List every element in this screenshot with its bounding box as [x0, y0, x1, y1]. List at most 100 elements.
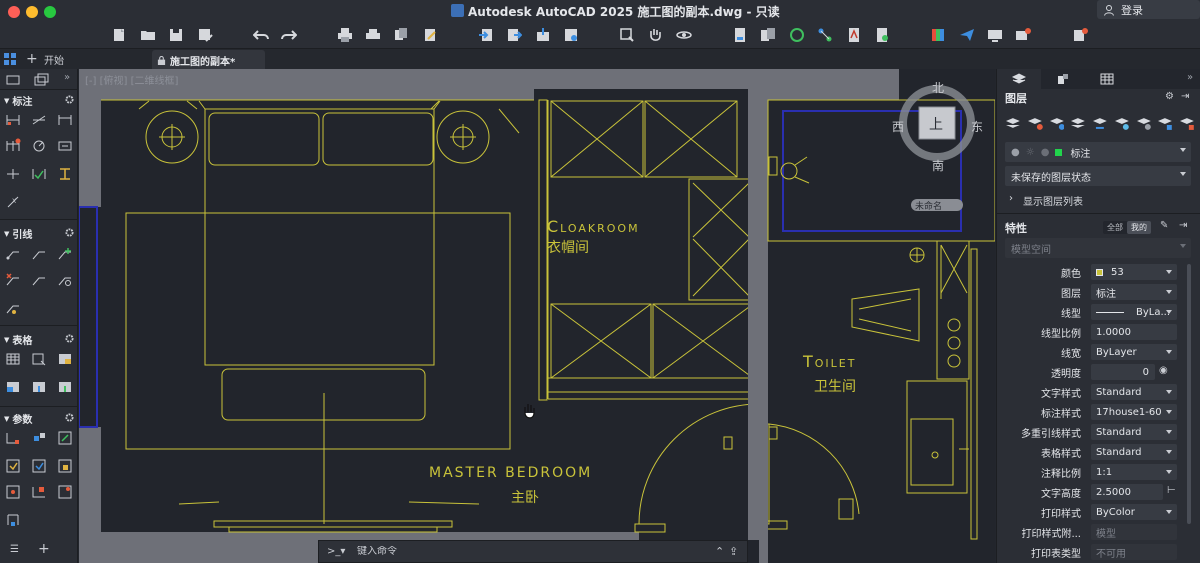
geometric-constraint-icon[interactable] — [4, 429, 22, 447]
floor-plan[interactable]: Cloakroom 衣帽间 Toilet 卫生间 MASTER BEDROOM … — [79, 69, 995, 563]
layer-properties-icon[interactable] — [1005, 115, 1021, 131]
dim-space-icon[interactable] — [4, 165, 22, 183]
viewport-controls[interactable]: [-] [俯视] [二维线框] — [85, 72, 178, 87]
export-icon[interactable] — [505, 26, 523, 44]
layer-previous-icon[interactable] — [1092, 115, 1108, 131]
layer-unisolate-icon[interactable] — [1049, 115, 1065, 131]
layer-match-icon[interactable] — [1070, 115, 1086, 131]
layer-unlock-icon[interactable] — [1179, 115, 1195, 131]
notification-icon[interactable] — [1014, 26, 1032, 44]
data-link-icon[interactable] — [56, 350, 74, 368]
command-line[interactable]: >_▾ ⌃ ⇪ — [318, 540, 748, 563]
command-share-icon[interactable]: ⇪ — [729, 545, 747, 558]
print-icon[interactable] — [336, 26, 354, 44]
remove-leader-icon[interactable] — [4, 271, 22, 289]
properties-scrollbar[interactable] — [1187, 264, 1191, 524]
dim-override-icon[interactable]: X — [4, 193, 22, 211]
continue-dim-icon[interactable] — [4, 137, 22, 155]
layer-freeze-icon[interactable] — [1114, 115, 1130, 131]
drawing-canvas[interactable]: Cloakroom 衣帽间 Toilet 卫生间 MASTER BEDROOM … — [79, 69, 995, 563]
color-book-icon[interactable] — [929, 26, 947, 44]
pick-height-icon[interactable]: ⊢ — [1167, 485, 1176, 496]
prop-value-dropdown[interactable]: Standard — [1091, 384, 1177, 400]
transparency-slider[interactable]: 0 — [1091, 364, 1155, 380]
linear-dim-icon[interactable] — [4, 111, 22, 129]
leader-edit-icon[interactable] — [4, 299, 22, 317]
prop-value-dropdown[interactable]: Standard — [1091, 444, 1177, 460]
redo-icon[interactable] — [280, 26, 298, 44]
pan-hand-icon[interactable] — [646, 26, 664, 44]
collapse-chevron-icon[interactable]: » — [1187, 72, 1193, 83]
prop-value-dropdown[interactable]: 53 — [1091, 264, 1177, 280]
constraint-settings-icon[interactable] — [56, 483, 74, 501]
filter-all[interactable]: 全部 — [1103, 221, 1127, 234]
download-data-icon[interactable] — [56, 378, 74, 396]
share-icon[interactable] — [534, 26, 552, 44]
align-leader-icon[interactable] — [56, 245, 74, 263]
add-leader-icon[interactable] — [30, 245, 48, 263]
rectangle-view-icon[interactable] — [4, 71, 22, 89]
gear-icon[interactable] — [65, 413, 74, 422]
aligned-dim-icon[interactable] — [30, 111, 48, 129]
lock-constraint-icon[interactable] — [56, 457, 74, 475]
zoom-window-button[interactable] — [44, 6, 56, 18]
table-icon[interactable] — [4, 350, 22, 368]
refresh-green-icon[interactable] — [788, 26, 806, 44]
filter-mine[interactable]: 我的 — [1127, 221, 1151, 234]
dim-constraint-icon[interactable] — [56, 429, 74, 447]
publish-icon[interactable] — [392, 26, 410, 44]
gear-icon[interactable] — [65, 95, 74, 104]
data-extract-icon[interactable] — [30, 350, 48, 368]
pdf-icon[interactable] — [845, 26, 863, 44]
tab-table[interactable] — [1085, 69, 1129, 89]
layer-panel-options-icon[interactable]: ⚙ — [1165, 91, 1174, 102]
dim-jogline-icon[interactable] — [56, 165, 74, 183]
orbit-icon[interactable] — [675, 26, 693, 44]
minimize-window-button[interactable] — [26, 6, 38, 18]
upload-data-icon[interactable] — [30, 378, 48, 396]
excel-link-icon[interactable] — [4, 378, 22, 396]
expand-chevron-icon[interactable]: » — [64, 72, 70, 83]
command-prompt-icon[interactable]: >_▾ — [319, 546, 351, 557]
login-button[interactable]: 登录 — [1097, 0, 1200, 19]
compare-icon[interactable] — [759, 26, 777, 44]
app-store-icon[interactable] — [1071, 26, 1089, 44]
screen-icon[interactable] — [986, 26, 1004, 44]
show-layer-list-toggle[interactable]: › 显示图层列表 — [1009, 193, 1083, 208]
dim-break-icon[interactable] — [56, 137, 74, 155]
viewcube-south[interactable]: 南 — [932, 158, 944, 173]
section-leader-header[interactable]: ▼ 引线 — [4, 226, 32, 242]
batch-print-icon[interactable] — [364, 26, 382, 44]
gear-icon[interactable] — [65, 334, 74, 343]
new-tab-button[interactable]: + — [26, 51, 38, 67]
sheet-set-icon[interactable] — [731, 26, 749, 44]
prop-value-dropdown[interactable]: 1:1 — [1091, 464, 1177, 480]
palette-menu-icon[interactable]: ☰ — [10, 544, 19, 555]
save-icon[interactable] — [167, 26, 185, 44]
tab-start[interactable]: 开始 — [44, 52, 64, 67]
viewcube-face-top[interactable]: 上 — [929, 117, 943, 133]
prop-value-dropdown[interactable]: ByLa... — [1091, 304, 1177, 320]
viewcube-north[interactable]: 北 — [932, 81, 944, 95]
grid-menu-icon[interactable] — [4, 53, 16, 65]
viewcube-east[interactable]: 东 — [971, 120, 983, 134]
layer-off-icon[interactable] — [1136, 115, 1152, 131]
ucs-label[interactable]: 未命名 — [915, 200, 942, 212]
param-manager-icon[interactable] — [30, 483, 48, 501]
prop-value-input[interactable]: 2.5000 — [1091, 484, 1163, 500]
prop-value-dropdown[interactable]: Standard — [1091, 424, 1177, 440]
layer-on-icon[interactable]: ● — [1011, 147, 1020, 158]
collect-leader-icon[interactable] — [30, 271, 48, 289]
properties-pin-icon[interactable]: ⇥ — [1179, 220, 1187, 231]
prop-value-dropdown[interactable]: 标注 — [1091, 284, 1177, 300]
show-constraints-icon[interactable] — [4, 457, 22, 475]
multileader-icon[interactable] — [4, 245, 22, 263]
section-parametric-header[interactable]: ▼ 参数 — [4, 411, 32, 427]
layers-view-icon[interactable] — [32, 71, 50, 89]
gear-icon[interactable] — [65, 228, 74, 237]
prop-value-input[interactable]: 1.0000 — [1091, 324, 1177, 340]
quick-select-icon[interactable]: ✎ — [1160, 220, 1168, 231]
cloud-save-icon[interactable] — [562, 26, 580, 44]
auto-constrain-icon[interactable] — [30, 429, 48, 447]
prop-value-dropdown[interactable]: ByLayer — [1091, 344, 1177, 360]
